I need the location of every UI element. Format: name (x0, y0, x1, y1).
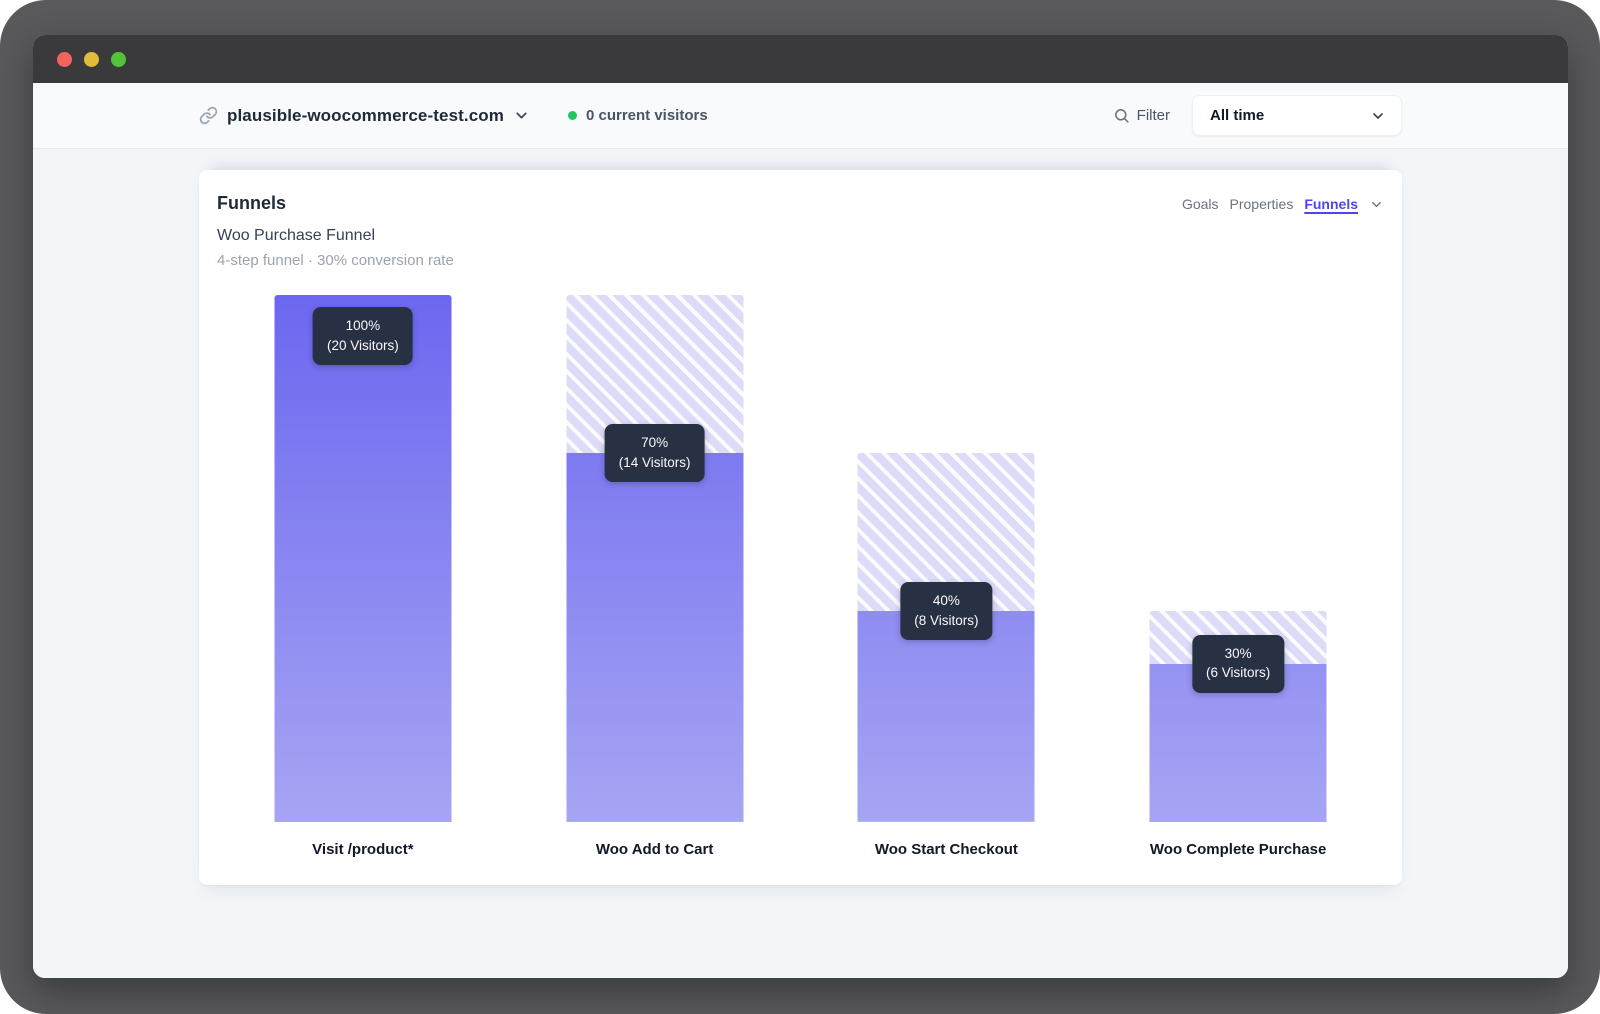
search-icon (1113, 107, 1130, 124)
online-status-dot (568, 111, 577, 120)
funnel-bar: 40%(8 Visitors) (858, 295, 1035, 822)
close-window-button[interactable] (57, 52, 72, 67)
filter-label: Filter (1137, 107, 1170, 124)
card-title: Funnels (217, 193, 454, 214)
minimize-window-button[interactable] (84, 52, 99, 67)
funnel-step-label: Woo Start Checkout (801, 841, 1093, 858)
desktop-background: plausible-woocommerce-test.com 0 current… (0, 0, 1600, 1014)
funnel-bar: 30%(6 Visitors) (1150, 295, 1327, 822)
funnel-labels: Visit /product*Woo Add to CartWoo Start … (217, 841, 1384, 858)
dashboard-header: plausible-woocommerce-test.com 0 current… (33, 83, 1568, 149)
current-visitors[interactable]: 0 current visitors (568, 107, 708, 124)
zoom-window-button[interactable] (111, 52, 126, 67)
funnel-step-label: Woo Complete Purchase (1092, 841, 1384, 858)
current-visitors-label: 0 current visitors (586, 107, 708, 124)
funnel-step-label: Woo Add to Cart (509, 841, 801, 858)
funnel-step: 30%(6 Visitors) (1092, 295, 1384, 822)
site-selector[interactable]: plausible-woocommerce-test.com (199, 106, 530, 126)
chevron-down-icon (513, 107, 530, 124)
site-name: plausible-woocommerce-test.com (227, 106, 504, 126)
funnel-tooltip: 40%(8 Visitors) (900, 582, 992, 640)
tab-properties[interactable]: Properties (1230, 196, 1294, 212)
chevron-down-icon (1369, 197, 1384, 212)
date-range-label: All time (1210, 107, 1264, 124)
chevron-down-icon (1370, 108, 1386, 124)
browser-window: plausible-woocommerce-test.com 0 current… (33, 35, 1568, 978)
funnel-header: Funnels Woo Purchase Funnel 4-step funne… (217, 193, 454, 269)
funnel-bar-fill (566, 453, 743, 822)
tab-funnels[interactable]: Funnels (1304, 196, 1358, 212)
funnel-tooltip: 70%(14 Visitors) (605, 424, 705, 482)
funnel-step: 70%(14 Visitors) (509, 295, 801, 822)
filter-button[interactable]: Filter (1113, 107, 1170, 124)
funnel-chart: 100%(20 Visitors) 70%(14 Visitors) 40%(8 V… (217, 295, 1384, 822)
funnel-bar-fill (858, 611, 1035, 822)
funnel-bar-fill (274, 295, 451, 822)
tab-goals[interactable]: Goals (1182, 196, 1219, 212)
link-icon (199, 106, 218, 125)
funnel-bar: 100%(20 Visitors) (274, 295, 451, 822)
funnel-name: Woo Purchase Funnel (217, 227, 454, 245)
window-titlebar (33, 35, 1568, 83)
dashboard-content: Funnels Woo Purchase Funnel 4-step funne… (33, 149, 1568, 978)
funnel-bar: 70%(14 Visitors) (566, 295, 743, 822)
funnel-tooltip: 30%(6 Visitors) (1192, 635, 1284, 693)
date-range-dropdown[interactable]: All time (1192, 95, 1402, 136)
card-tabs: Goals Properties Funnels (1182, 196, 1384, 212)
funnel-step-label: Visit /product* (217, 841, 509, 858)
funnel-step: 100%(20 Visitors) (217, 295, 509, 822)
funnel-step: 40%(8 Visitors) (801, 295, 1093, 822)
funnel-tooltip: 100%(20 Visitors) (313, 307, 413, 365)
funnels-card: Funnels Woo Purchase Funnel 4-step funne… (199, 170, 1402, 885)
funnel-meta: 4-step funnel · 30% conversion rate (217, 252, 454, 269)
